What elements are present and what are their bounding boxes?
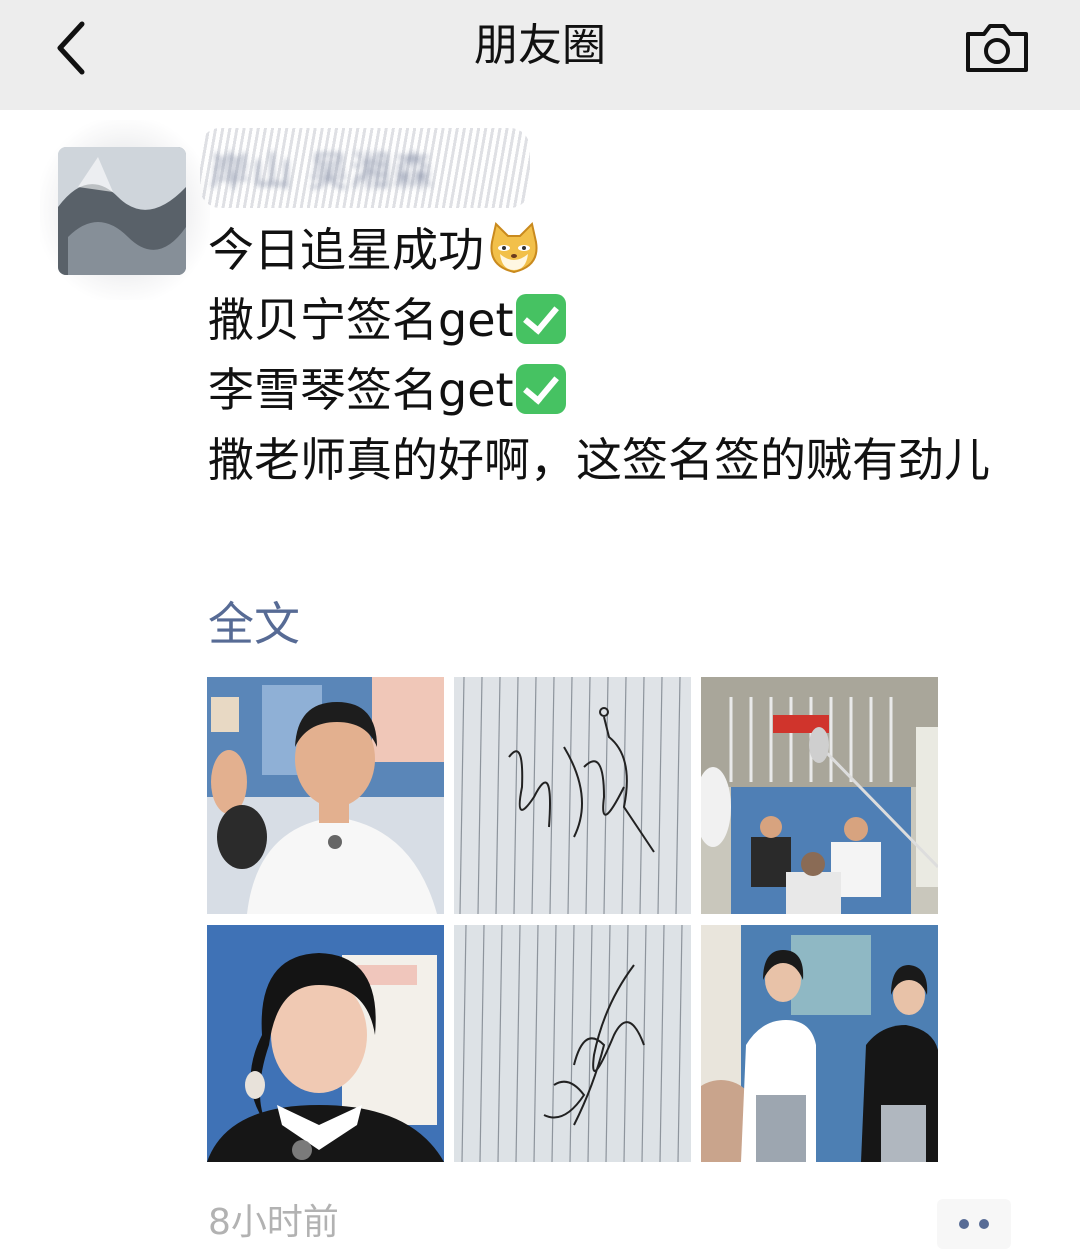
post-line-1: 今日追星成功 [208,215,1028,285]
post-line-1-text: 今日追星成功 [208,223,484,277]
camera-button[interactable] [962,18,1032,78]
more-actions-button[interactable] [937,1199,1011,1249]
avatar[interactable] [58,147,186,275]
camera-icon [966,24,1028,72]
more-dots-icon [979,1219,989,1229]
check-mark-button-emoji [515,294,566,344]
more-dots-icon [959,1219,969,1229]
post-line-2-text: 撒贝宁签名get [208,293,514,347]
post-text: 今日追星成功 撒贝宁签名get 李雪琴签名get 撒老师真的好啊，这签名签的贼有… [208,215,1028,495]
post-timestamp: 8小时前 [208,1202,339,1243]
top-navigation-bar: 朋友圈 [0,0,1080,110]
check-mark-button-emoji [515,364,566,414]
photo-people-outside[interactable] [701,925,938,1162]
page-title: 朋友圈 [474,20,606,71]
photo-filming-scene[interactable] [701,677,938,914]
avatar-image [58,147,186,275]
photo-signature-2[interactable] [454,925,691,1162]
author-name[interactable]: 岸山 吴湘森 [210,140,435,204]
post-line-3-text: 李雪琴签名get [208,363,514,417]
photo-woman-portrait[interactable] [207,925,444,1162]
photo-man-waving[interactable] [207,677,444,914]
photo-grid [207,677,938,1162]
post-line-3: 李雪琴签名get [208,355,1028,425]
full-text-link[interactable]: 全文 [208,594,300,654]
cat-face-emoji [490,222,538,274]
post-line-4: 撒老师真的好啊，这签名签的贼有劲儿 [208,433,990,487]
post-line-2: 撒贝宁签名get [208,285,1028,355]
photo-signature-1[interactable] [454,677,691,914]
